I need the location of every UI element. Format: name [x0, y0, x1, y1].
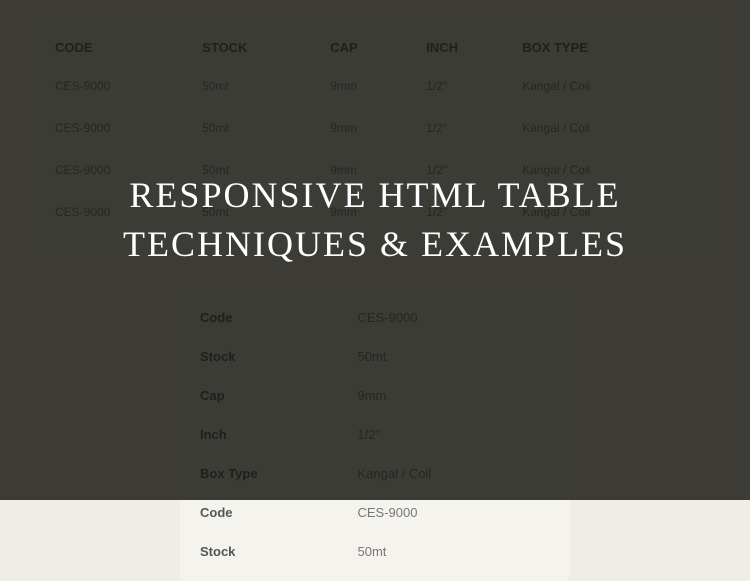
table-row: Stock 50mt [180, 532, 570, 571]
row-label: Stock [200, 544, 358, 559]
row-value: CES-9000 [358, 505, 551, 520]
row-label: Code [200, 505, 358, 520]
title-line-1: RESPONSIVE HTML TABLE [129, 175, 620, 215]
dark-overlay: RESPONSIVE HTML TABLE TECHNIQUES & EXAMP… [0, 0, 750, 500]
row-value: 50mt [358, 544, 551, 559]
page-title: RESPONSIVE HTML TABLE TECHNIQUES & EXAMP… [123, 171, 627, 268]
title-line-2: TECHNIQUES & EXAMPLES [123, 224, 627, 264]
